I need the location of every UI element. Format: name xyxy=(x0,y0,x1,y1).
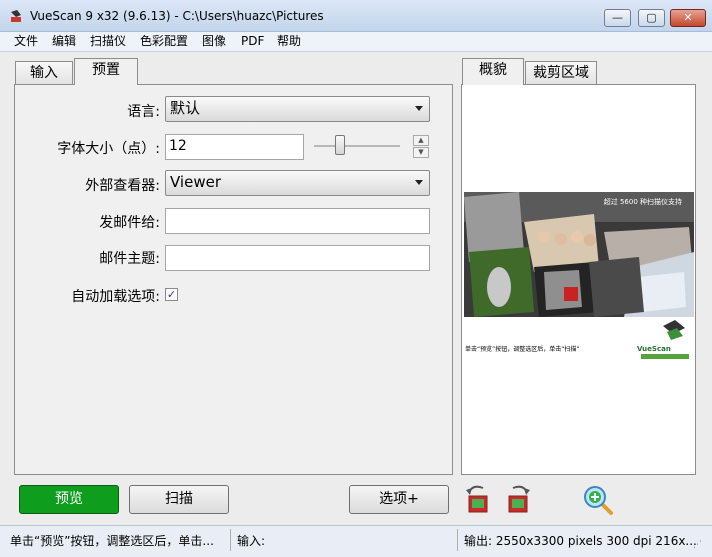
font-size-label: 字体大小（点）: xyxy=(57,141,160,157)
menu-file[interactable]: 文件 xyxy=(14,33,38,50)
status-input: 输入: xyxy=(237,534,266,548)
logo-underline xyxy=(641,354,689,359)
font-size-slider-track[interactable] xyxy=(314,145,400,147)
options-button[interactable]: 选项+ xyxy=(349,485,449,514)
menu-image[interactable]: 图像 xyxy=(202,33,226,50)
font-size-input[interactable]: 12 xyxy=(165,134,304,160)
tab-input[interactable]: 输入 xyxy=(15,61,73,84)
email-to-label: 发邮件给: xyxy=(99,215,160,231)
font-size-slider-thumb[interactable] xyxy=(334,135,345,155)
vuescan-logo-text: VueScan xyxy=(637,345,671,353)
zoom-in-icon[interactable] xyxy=(582,484,614,516)
language-select-value: 默认 xyxy=(170,99,201,117)
vuescan-logo-icon xyxy=(663,320,685,340)
vuescan-app-icon[interactable] xyxy=(9,9,23,23)
preview-banner-text: 超过 5600 种扫描仪支持 xyxy=(604,197,682,206)
tab-crop-area[interactable]: 裁剪区域 xyxy=(525,61,597,84)
rotate-right-icon[interactable] xyxy=(503,482,533,516)
status-output: 输出: 2550x3300 pixels 300 dpi 216x... xyxy=(464,534,697,548)
status-separator xyxy=(457,529,458,551)
minimize-button[interactable]: — xyxy=(604,9,631,27)
close-button[interactable]: ✕ xyxy=(670,9,706,27)
preview-footer-text: 单击“预览”按钮，调整选区后，单击“扫描” xyxy=(465,346,580,353)
status-bar: 单击“预览”按钮，调整选区后，单击... 输入: 输出: 2550x3300 p… xyxy=(0,525,712,557)
menu-scanner[interactable]: 扫描仪 xyxy=(90,33,126,50)
preview-button[interactable]: 预览 xyxy=(19,485,119,514)
maximize-button[interactable]: ▢ xyxy=(638,9,665,27)
email-to-input[interactable] xyxy=(165,208,430,234)
viewer-select-value: Viewer xyxy=(170,173,221,191)
menu-bar: 文件 编辑 扫描仪 色彩配置 图像 PDF 帮助 xyxy=(0,32,712,52)
menu-color-profile[interactable]: 色彩配置 xyxy=(140,33,188,50)
language-select[interactable]: 默认 xyxy=(165,96,430,122)
menu-help[interactable]: 帮助 xyxy=(277,33,301,50)
resize-grip-icon[interactable]: ⋰ xyxy=(693,540,702,550)
chevron-down-icon xyxy=(415,180,423,185)
viewer-select[interactable]: Viewer xyxy=(165,170,430,196)
tab-overview[interactable]: 概貌 xyxy=(462,58,524,85)
email-subject-label: 邮件主题: xyxy=(99,251,160,267)
status-hint: 单击“预览”按钮，调整选区后，单击... xyxy=(10,534,214,548)
rotate-left-icon[interactable] xyxy=(463,482,493,516)
autoload-checkbox[interactable]: ✓ xyxy=(165,288,178,301)
menu-pdf[interactable]: PDF xyxy=(241,33,264,50)
autoload-label: 自动加载选项: xyxy=(71,289,160,305)
spin-up-button[interactable]: ▲ xyxy=(413,135,429,146)
preview-image[interactable]: 超过 5600 种扫描仪支持 xyxy=(464,192,694,317)
tab-preferences[interactable]: 预置 xyxy=(74,58,138,85)
scan-button[interactable]: 扫描 xyxy=(129,485,229,514)
title-bar[interactable]: VueScan 9 x32 (9.6.13) - C:\Users\huazc\… xyxy=(0,0,712,32)
spin-down-button[interactable]: ▼ xyxy=(413,147,429,158)
language-label: 语言: xyxy=(127,104,160,120)
status-separator xyxy=(230,529,231,551)
window-title: VueScan 9 x32 (9.6.13) - C:\Users\huazc\… xyxy=(30,9,324,23)
viewer-label: 外部查看器: xyxy=(85,178,160,194)
chevron-down-icon xyxy=(415,106,423,111)
menu-edit[interactable]: 编辑 xyxy=(52,33,76,50)
email-subject-input[interactable] xyxy=(165,245,430,271)
